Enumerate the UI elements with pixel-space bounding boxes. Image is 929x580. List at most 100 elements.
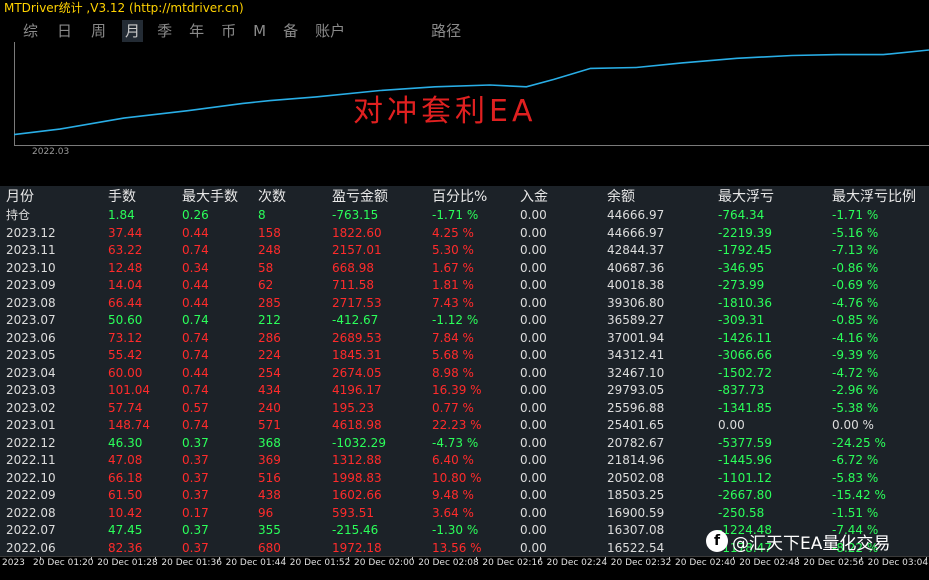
table-row[interactable]: 2023.01 148.74 0.74 571 4618.98 22.23 % 0.00 25… <box>0 417 929 435</box>
cell-month: 2023.08 <box>6 295 56 310</box>
tab-5[interactable]: 年 <box>186 20 207 42</box>
cell-month: 2022.12 <box>6 435 56 450</box>
cell-month: 2023.02 <box>6 400 56 415</box>
cell-pnl: 1602.66 <box>332 488 382 502</box>
table-row[interactable]: 2022.09 61.50 0.37 438 1602.66 9.48 % 0.00 1850… <box>0 487 929 505</box>
cell-percent: 4.25 % <box>432 225 474 240</box>
cell-max-drawdown-ratio: -0.85 % <box>832 313 879 327</box>
table-row[interactable]: 2023.05 55.42 0.74 224 1845.31 5.68 % 0.00 3431… <box>0 347 929 365</box>
table-row[interactable]: 2023.04 60.00 0.44 254 2674.05 8.98 % 0.00 3246… <box>0 365 929 383</box>
header-max-drawdown[interactable]: 最大浮亏 <box>718 186 774 208</box>
cell-pnl: 4618.98 <box>332 418 382 432</box>
cell-lots: 37.44 <box>108 225 143 240</box>
cell-max-lots: 0.37 <box>182 470 209 485</box>
cell-balance: 20782.67 <box>607 435 665 450</box>
header-lots[interactable]: 手数 <box>108 186 136 208</box>
header-pnl[interactable]: 盈亏金额 <box>332 186 388 208</box>
cell-pnl: -215.46 <box>332 523 379 537</box>
cell-lots: 1.84 <box>108 208 135 222</box>
cell-percent: 1.81 % <box>432 278 474 292</box>
cell-count: 369 <box>258 453 281 467</box>
cell-month: 2022.09 <box>6 488 56 502</box>
table-row[interactable]: 2022.10 66.18 0.37 516 1998.83 10.80 % 0.00 205… <box>0 470 929 488</box>
cell-pnl: 2689.53 <box>332 330 382 345</box>
table-row[interactable]: 2023.09 14.04 0.44 62 711.58 1.81 % 0.00 40018.… <box>0 277 929 295</box>
watermark: f @汇天下EA量化交易 <box>706 527 890 555</box>
tab-9[interactable]: 账户 <box>312 20 348 42</box>
cell-max-drawdown-ratio: -4.16 % <box>832 330 879 345</box>
tab-10[interactable]: 路径 <box>428 20 464 42</box>
cell-max-lots: 0.57 <box>182 400 209 415</box>
cell-count: 240 <box>258 400 281 415</box>
cell-max-drawdown-ratio: -5.83 % <box>832 470 879 485</box>
table-row[interactable]: 2023.08 66.44 0.44 285 2717.53 7.43 % 0.00 3930… <box>0 295 929 313</box>
cell-balance: 16900.59 <box>607 505 665 520</box>
cell-max-drawdown-ratio: -0.86 % <box>832 260 879 275</box>
cell-max-drawdown-ratio: -9.39 % <box>832 348 879 362</box>
cell-max-lots: 0.37 <box>182 435 209 450</box>
table-row[interactable]: 持仓 1.84 0.26 8 -763.15 -1.71 % 0.00 44666.97 -76… <box>0 207 929 225</box>
tab-1[interactable]: 日 <box>54 20 75 42</box>
table-row[interactable]: 2023.02 57.74 0.57 240 195.23 0.77 % 0.00 25596… <box>0 400 929 418</box>
cell-pnl: 2157.01 <box>332 243 382 257</box>
tab-4[interactable]: 季 <box>154 20 175 42</box>
header-max-lots[interactable]: 最大手数 <box>182 186 238 208</box>
cell-lots: 66.44 <box>108 295 143 310</box>
header-deposit[interactable]: 入金 <box>520 186 548 208</box>
cell-month: 2022.08 <box>6 505 56 520</box>
header-month[interactable]: 月份 <box>6 186 34 208</box>
header-count[interactable]: 次数 <box>258 186 286 208</box>
cell-max-lots: 0.37 <box>182 540 209 555</box>
cell-percent: 7.43 % <box>432 295 474 310</box>
cell-pnl: 4196.17 <box>332 383 382 397</box>
table-row[interactable]: 2022.12 46.30 0.37 368 -1032.29 -4.73 % 0.00 20… <box>0 435 929 453</box>
cell-max-drawdown-ratio: -1.71 % <box>832 208 879 222</box>
cell-percent: 6.40 % <box>432 453 474 467</box>
chart-start-label: 2022.03 <box>32 147 69 157</box>
table-row[interactable]: 2023.12 37.44 0.44 158 1822.60 4.25 % 0.00 4466… <box>0 225 929 243</box>
window-title: MTDriver统计 ,V3.12 (http://mtdriver.cn) <box>4 1 244 15</box>
tab-2[interactable]: 周 <box>88 20 109 42</box>
cell-count: 434 <box>258 383 281 397</box>
cell-max-drawdown: -1792.45 <box>718 243 772 257</box>
cell-percent: 3.64 % <box>432 505 474 520</box>
cell-count: 286 <box>258 330 281 345</box>
table-row[interactable]: 2023.06 73.12 0.74 286 2689.53 7.84 % 0.00 3700… <box>0 330 929 348</box>
header-max-drawdown-ratio[interactable]: 最大浮亏比例 <box>832 186 916 208</box>
table-row[interactable]: 2023.03 101.04 0.74 434 4196.17 16.39 % 0.00 29… <box>0 382 929 400</box>
tab-3[interactable]: 月 <box>122 20 144 42</box>
cell-lots: 57.74 <box>108 400 143 415</box>
table-row[interactable]: 2022.11 47.08 0.37 369 1312.88 6.40 % 0.00 2181… <box>0 452 929 470</box>
tab-8[interactable]: 备 <box>280 20 301 42</box>
tab-7[interactable]: M <box>250 20 269 42</box>
cell-balance: 18503.25 <box>607 488 665 502</box>
time-tick-label: 20 Dec 02:24 <box>546 558 608 568</box>
time-tick-label: 20 Dec 02:16 <box>482 558 543 568</box>
cell-percent: 9.48 % <box>432 488 474 502</box>
cell-deposit: 0.00 <box>520 225 547 240</box>
cell-deposit: 0.00 <box>520 435 547 450</box>
header-balance[interactable]: 余额 <box>607 186 635 208</box>
cell-pnl: 2674.05 <box>332 365 382 380</box>
cell-month: 2023.01 <box>6 418 56 432</box>
cell-month: 2022.06 <box>6 540 56 555</box>
table-row[interactable]: 2022.08 10.42 0.17 96 593.51 3.64 % 0.00 16900.… <box>0 505 929 523</box>
cell-count: 248 <box>258 243 281 257</box>
tab-0[interactable]: 综 <box>20 20 41 42</box>
cell-pnl: -763.15 <box>332 208 379 222</box>
cell-max-drawdown: -764.34 <box>718 208 765 222</box>
cell-deposit: 0.00 <box>520 523 547 537</box>
table-row[interactable]: 2023.11 63.22 0.74 248 2157.01 5.30 % 0.00 4284… <box>0 242 929 260</box>
cell-max-drawdown-ratio: -4.72 % <box>832 365 879 380</box>
time-tick-label: 20 Dec 02:08 <box>418 558 479 568</box>
table-row[interactable]: 2023.10 12.48 0.34 58 668.98 1.67 % 0.00 40687.… <box>0 260 929 278</box>
cell-deposit: 0.00 <box>520 208 547 222</box>
table-row[interactable]: 2023.07 50.60 0.74 212 -412.67 -1.12 % 0.00 365… <box>0 312 929 330</box>
header-percent[interactable]: 百分比% <box>432 186 487 208</box>
tab-6[interactable]: 币 <box>218 20 239 42</box>
cell-balance: 40018.38 <box>607 278 665 292</box>
time-tick-label: 20 Dec 02:40 <box>675 558 736 568</box>
cell-max-drawdown-ratio: -4.76 % <box>832 295 879 310</box>
cell-lots: 82.36 <box>108 540 143 555</box>
cell-lots: 46.30 <box>108 435 143 450</box>
